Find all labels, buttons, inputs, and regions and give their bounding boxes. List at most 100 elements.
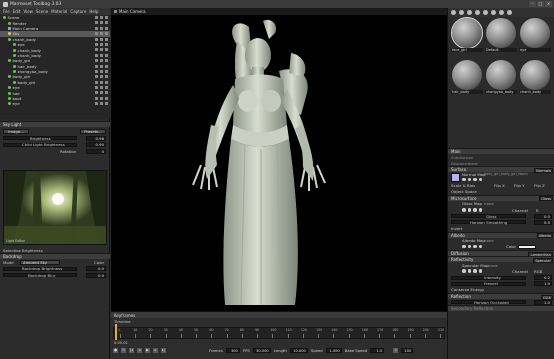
loop-button[interactable]: ↻ <box>121 347 126 353</box>
gloss-close-icon[interactable] <box>478 208 482 212</box>
visibility-icon[interactable] <box>95 102 98 106</box>
lock-icon[interactable] <box>100 32 103 36</box>
delete-icon[interactable] <box>105 16 108 19</box>
visibility-icon[interactable] <box>95 86 98 90</box>
delete-icon[interactable] <box>105 26 108 30</box>
visibility-icon[interactable] <box>95 59 98 63</box>
visibility-icon[interactable] <box>95 16 98 19</box>
secondary-reflection-section[interactable]: Secondary Reflection <box>448 305 554 312</box>
visibility-icon[interactable] <box>95 64 98 68</box>
material-swatch[interactable]: hair_body <box>451 60 483 94</box>
material-library-icon[interactable] <box>499 10 504 15</box>
viewport-tab[interactable]: Main Camera <box>111 8 447 15</box>
flip-y-toggle[interactable]: Flip Y <box>514 183 524 188</box>
menu-capture[interactable]: Capture <box>70 9 86 14</box>
frames-field[interactable]: 300 <box>225 347 240 353</box>
viewport[interactable]: Main Camera <box>111 8 447 311</box>
visibility-icon[interactable] <box>95 37 98 41</box>
specular-close-icon[interactable] <box>478 269 482 273</box>
viewport-menu-icon[interactable] <box>114 10 117 13</box>
lock-icon[interactable] <box>100 42 103 46</box>
lock-icon[interactable] <box>100 80 103 84</box>
last-frame-button[interactable]: ▸| <box>161 347 166 353</box>
specular-settings-icon[interactable] <box>462 269 466 273</box>
delete-icon[interactable] <box>105 96 108 100</box>
material-grid-icon[interactable] <box>507 10 512 15</box>
material-delete-icon[interactable] <box>483 10 488 15</box>
backdrop-blur-value[interactable]: 0.0 <box>86 272 106 278</box>
visibility-icon[interactable] <box>95 75 98 79</box>
link-icon[interactable] <box>473 177 477 182</box>
lock-icon[interactable] <box>100 16 103 19</box>
new-material-icon[interactable] <box>451 10 456 15</box>
lock-icon[interactable] <box>100 64 103 68</box>
intensity-value[interactable]: 0.2 <box>534 275 552 281</box>
material-copy-icon[interactable] <box>475 10 480 15</box>
material-swatch[interactable]: eye <box>519 18 551 52</box>
normal-map-thumbnail[interactable] <box>451 172 460 182</box>
search-icon[interactable] <box>467 177 471 182</box>
gloss-value[interactable]: 0.0 <box>534 213 552 219</box>
specular-channel-value[interactable]: RGB <box>534 269 542 274</box>
end-frame-field[interactable]: 100 <box>401 347 414 353</box>
minimize-button[interactable]: – <box>529 1 536 7</box>
fps-field[interactable]: 30.000 <box>252 347 271 353</box>
close-icon[interactable] <box>478 177 482 182</box>
gloss-link-icon[interactable] <box>473 208 477 212</box>
delete-icon[interactable] <box>105 53 108 57</box>
settings-icon[interactable] <box>462 177 466 182</box>
lock-icon[interactable] <box>100 102 103 106</box>
horizon-smoothing-value[interactable]: 0.5 <box>534 219 552 225</box>
albedo-color-swatch[interactable] <box>518 244 536 249</box>
delete-icon[interactable] <box>105 21 108 25</box>
lock-icon[interactable] <box>100 75 103 79</box>
visibility-icon[interactable] <box>95 96 98 100</box>
rotation-value[interactable]: 0 <box>86 148 106 154</box>
object-space-toggle[interactable]: Object Space <box>451 189 477 194</box>
delete-icon[interactable] <box>105 59 108 63</box>
maximize-button[interactable]: □ <box>537 1 544 7</box>
conserve-energy-toggle[interactable]: Conserve Energy <box>451 287 484 292</box>
timeline-track[interactable]: 1 10 20 30 40 50 60 70 80 90 100 110 120 130 140 150 160… <box>113 327 445 339</box>
delete-icon[interactable] <box>105 80 108 84</box>
next-frame-button[interactable]: ▸ <box>153 347 158 353</box>
delete-icon[interactable] <box>105 69 108 73</box>
albedo-settings-icon[interactable] <box>462 244 466 249</box>
material-swatch[interactable]: face_girl <box>451 17 483 52</box>
menu-scene[interactable]: Scene <box>36 9 48 14</box>
visibility-icon[interactable] <box>95 21 98 25</box>
gloss-map-file[interactable]: none <box>484 201 494 206</box>
length-field[interactable]: 10.000 <box>289 347 308 353</box>
albedo-link-icon[interactable] <box>473 244 477 249</box>
material-share-icon[interactable] <box>491 10 496 15</box>
key-icon[interactable]: ⚷ <box>393 347 399 353</box>
lock-icon[interactable] <box>100 48 103 52</box>
visibility-icon[interactable] <box>95 42 98 46</box>
image-button[interactable]: Image... <box>3 128 29 134</box>
lock-icon[interactable] <box>100 26 103 30</box>
visibility-icon[interactable] <box>95 69 98 73</box>
material-swatch[interactable]: Default <box>485 18 517 52</box>
prev-frame-button[interactable]: ◂ <box>137 347 142 353</box>
bake-speed-field[interactable]: 1.0 <box>370 347 385 353</box>
visibility-icon[interactable] <box>95 53 98 57</box>
albedo-search-icon[interactable] <box>467 244 471 249</box>
specular-link-icon[interactable] <box>473 269 477 273</box>
specular-map-file[interactable]: none <box>488 263 498 268</box>
close-button[interactable]: × <box>545 1 552 7</box>
presets-button[interactable]: Presets... <box>80 128 106 134</box>
visibility-icon[interactable] <box>95 91 98 95</box>
flip-x-toggle[interactable]: Flip X <box>494 183 505 188</box>
playhead-marker[interactable] <box>115 324 117 340</box>
horizon-occlusion-value[interactable]: 1.0 <box>534 299 552 305</box>
menu-material[interactable]: Material <box>51 9 67 14</box>
play-button[interactable]: ▶ <box>145 347 150 353</box>
backdrop-brightness-value[interactable]: 0.0 <box>86 266 106 272</box>
menu-edit[interactable]: Edit <box>13 9 21 14</box>
first-frame-button[interactable]: |◂ <box>129 347 134 353</box>
lock-icon[interactable] <box>100 21 103 25</box>
normal-map-file[interactable]: body_girl_body_girl_Norm <box>484 172 528 176</box>
visibility-icon[interactable] <box>95 48 98 52</box>
delete-icon[interactable] <box>105 86 108 90</box>
delete-icon[interactable] <box>105 42 108 46</box>
